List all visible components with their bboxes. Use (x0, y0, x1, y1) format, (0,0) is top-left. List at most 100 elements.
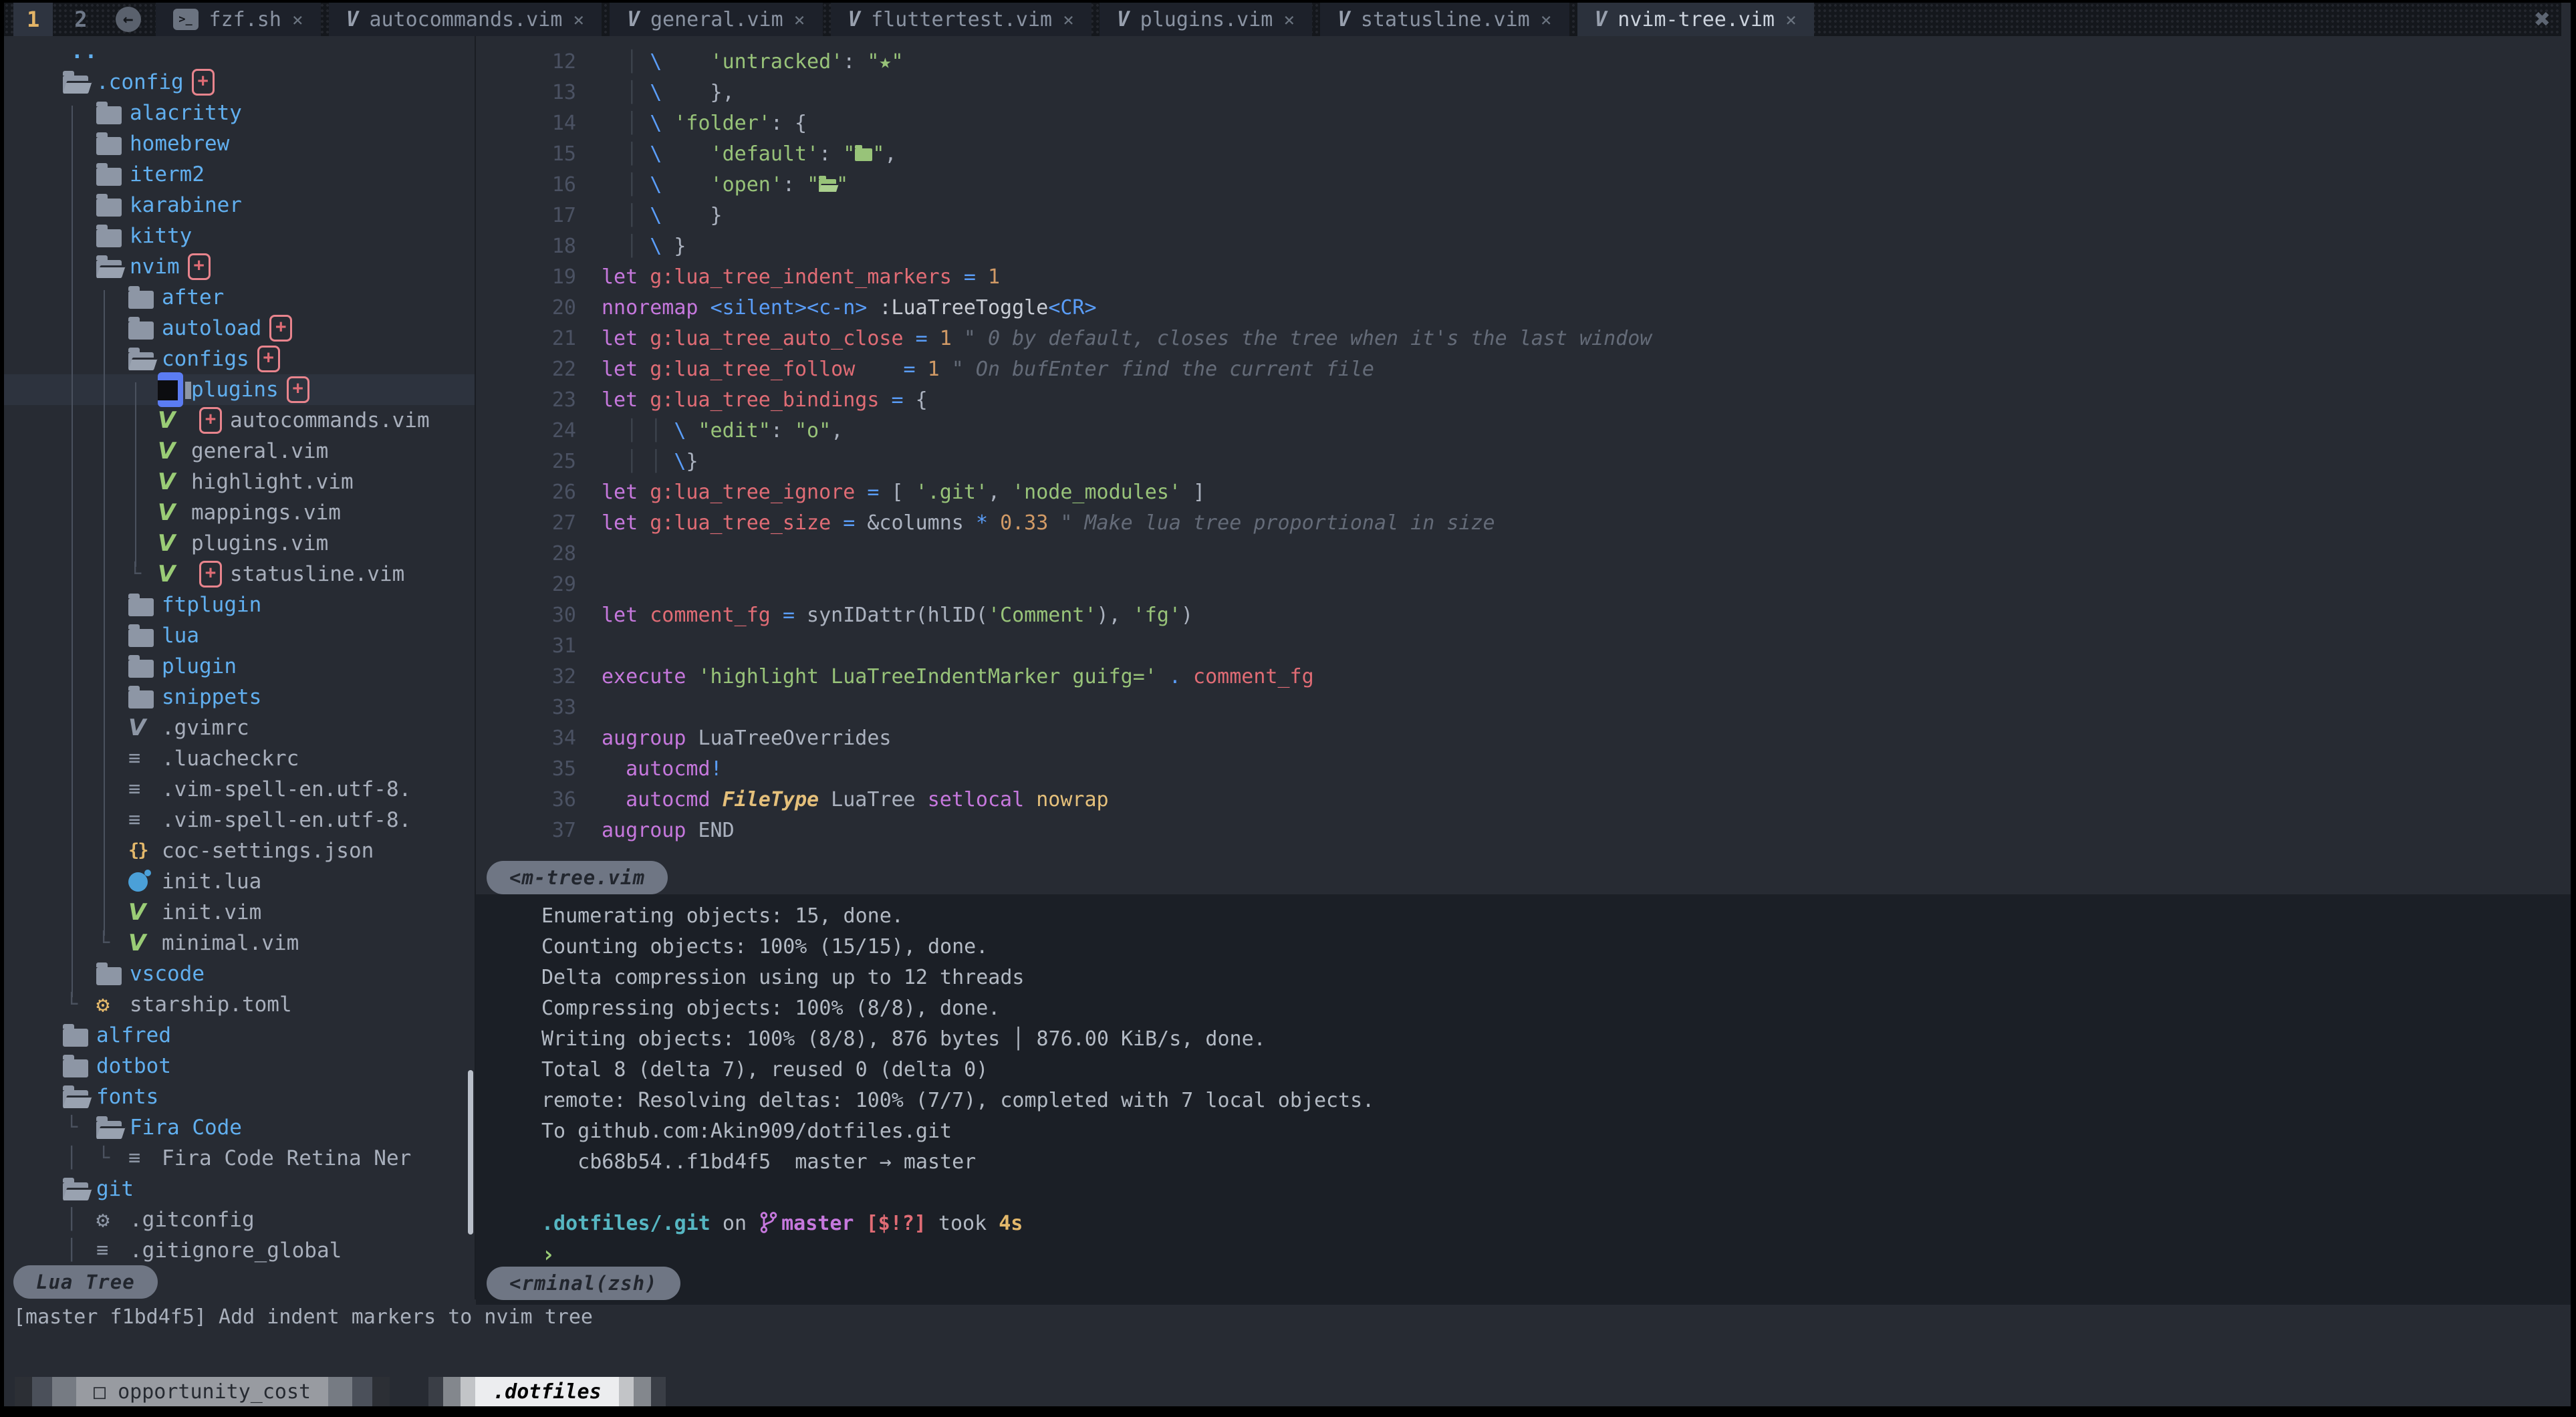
line-number: 36 (476, 785, 576, 815)
editor-buffer-pill: <m-tree.vim (487, 861, 668, 894)
tree-item-general.vim[interactable]: Vgeneral.vim (4, 436, 475, 467)
code-line-27: 27let g:lua_tree_size = &columns * 0.33 … (476, 508, 2571, 539)
terminal-icon: >_ (173, 9, 199, 30)
tree-item-after[interactable]: after (4, 282, 475, 313)
tab-close-icon[interactable]: × (1283, 9, 1295, 31)
tree-item-coc-settings.json[interactable]: {}coc-settings.json (4, 835, 475, 866)
workspace-2[interactable]: 2 (61, 3, 100, 36)
tree-item-Fira-Code[interactable]: └Fira Code (4, 1112, 475, 1143)
close-icon[interactable]: ✖ (2535, 3, 2551, 36)
command-message-line: [master f1bd4f5] Add indent markers to n… (13, 1302, 593, 1333)
tree-item-init.vim[interactable]: Vinit.vim (4, 897, 475, 928)
tree-item-Fira-Code-Retina-Ner[interactable]: │└≡Fira Code Retina Ner (4, 1143, 475, 1174)
tree-item-init.lua[interactable]: init.lua (4, 866, 475, 897)
tree-item-starship.toml[interactable]: └⚙starship.toml (4, 989, 475, 1020)
tree-item-nvim[interactable]: nvim+ (4, 251, 475, 282)
tree-item-.gitignore-global[interactable]: │≡.gitignore_global (4, 1235, 475, 1266)
tab-close-icon[interactable]: × (573, 9, 584, 31)
tab-general.vim[interactable]: Vgeneral.vim× (610, 3, 822, 36)
tree-item-plugins.vim[interactable]: Vplugins.vim (4, 528, 475, 559)
tree-item-vscode[interactable]: vscode (4, 958, 475, 989)
tab-fzf.sh[interactable]: >_ fzf.sh × (156, 3, 321, 36)
code-line-16: 16 │ \ 'open': "" (476, 170, 2571, 201)
tree-item-label: .gitconfig (130, 1204, 255, 1235)
tree-item-configs[interactable]: configs+ (4, 344, 475, 374)
tmux-window-dotfiles[interactable]: .dotfiles (475, 1377, 619, 1406)
sidebar-scrollbar[interactable] (468, 1070, 473, 1235)
tree-item-plugin[interactable]: plugin (4, 651, 475, 682)
tab-close-icon[interactable]: × (1785, 9, 1797, 31)
git-plus-badge: + (287, 376, 309, 403)
folder-icon (96, 967, 122, 985)
tree-item-.gvimrc[interactable]: V.gvimrc (4, 713, 475, 743)
code-line-35: 35 autocmd! (476, 754, 2571, 785)
tree-item-dotbot[interactable]: dotbot (4, 1051, 475, 1081)
tab-nvim-tree.vim[interactable]: Vnvim-tree.vim × (1577, 3, 1814, 36)
terminal-line: Enumerating objects: 15, done. (476, 901, 2571, 932)
code-line-26: 26let g:lua_tree_ignore = [ '.git', 'nod… (476, 477, 2571, 508)
tree-item-.vim-spell-en.utf-8.[interactable]: ≡.vim-spell-en.utf-8. (4, 805, 475, 835)
tree-item-lua[interactable]: lua (4, 620, 475, 651)
vim-icon: V (1595, 7, 1607, 31)
tree-corner-glyph: │ (66, 1143, 78, 1174)
tree-item-ftplugin[interactable]: ftplugin (4, 590, 475, 620)
terminal-line (476, 1178, 2571, 1208)
terminal-pane[interactable]: Enumerating objects: 15, done.Counting o… (476, 894, 2571, 1305)
tree-item-label: alfred (96, 1020, 171, 1051)
tree-item-.vim-spell-en.utf-8.[interactable]: ≡.vim-spell-en.utf-8. (4, 774, 475, 805)
tree-item-highlight.vim[interactable]: Vhighlight.vim (4, 467, 475, 497)
tab-fluttertest.vim[interactable]: Vfluttertest.vim× (831, 3, 1091, 36)
tab-bar: 12←>_fzf.sh×Vautocommands.vim×Vgeneral.v… (4, 3, 2561, 36)
tree-item-..[interactable]: .. (4, 36, 475, 67)
tree-item-fonts[interactable]: fonts (4, 1081, 475, 1112)
tab-plugins.vim[interactable]: Vplugins.vim× (1100, 3, 1312, 36)
tab-label: nvim-tree.vim (1618, 8, 1775, 31)
tab-statusline.vim[interactable]: Vstatusline.vim× (1320, 3, 1569, 36)
line-number: 32 (476, 662, 576, 692)
tree-item-autoload[interactable]: autoload+ (4, 313, 475, 344)
tab-label: fzf.sh (209, 8, 281, 31)
folder-icon (128, 321, 154, 340)
tree-item-iterm2[interactable]: iterm2 (4, 159, 475, 190)
terminal-window: 12←>_fzf.sh×Vautocommands.vim×Vgeneral.v… (0, 0, 2576, 1417)
tab-close-icon[interactable]: × (794, 9, 805, 31)
tab-close-icon[interactable]: × (1063, 9, 1074, 31)
code-line-32: 32execute 'highlight LuaTreeIndentMarker… (476, 662, 2571, 692)
code-line-15: 15 │ \ 'default': "", (476, 139, 2571, 170)
line-number: 29 (476, 569, 576, 600)
tree-item-minimal.vim[interactable]: └Vminimal.vim (4, 928, 475, 958)
code-line-31: 31 (476, 631, 2571, 662)
tree-item-alfred[interactable]: alfred (4, 1020, 475, 1051)
tree-item-plugins[interactable]: plugins+ (4, 374, 475, 405)
tree-item-git[interactable]: git (4, 1174, 475, 1204)
workspace-1[interactable]: 1 (13, 3, 53, 36)
tree-item-.config[interactable]: .config+ (4, 67, 475, 98)
vim-file-icon: V (158, 497, 175, 528)
code-line-34: 34augroup LuaTreeOverrides (476, 723, 2571, 754)
back-arrow-icon[interactable]: ← (116, 7, 141, 32)
tree-item-karabiner[interactable]: karabiner (4, 190, 475, 221)
tab-autocommands.vim[interactable]: Vautocommands.vim× (329, 3, 602, 36)
tree-item-label: mappings.vim (191, 497, 341, 528)
tab-close-icon[interactable]: × (292, 9, 303, 31)
tree-item-homebrew[interactable]: homebrew (4, 128, 475, 159)
code-line-33: 33 (476, 692, 2571, 723)
tmux-window-opportunity-cost[interactable]: □ opportunity_cost (76, 1377, 328, 1406)
tree-item-alacritty[interactable]: alacritty (4, 98, 475, 128)
vim-icon: V (346, 7, 359, 31)
tab-close-icon[interactable]: × (1541, 9, 1552, 31)
tree-item-snippets[interactable]: snippets (4, 682, 475, 713)
tree-item-label: karabiner (130, 190, 242, 221)
tree-item-mappings.vim[interactable]: Vmappings.vim (4, 497, 475, 528)
vim-file-icon: V (128, 713, 146, 743)
tree-item-kitty[interactable]: kitty (4, 221, 475, 251)
terminal-line: Delta compression using up to 12 threads (476, 962, 2571, 993)
git-plus-badge: + (257, 346, 280, 372)
nvim-app: 12←>_fzf.sh×Vautocommands.vim×Vgeneral.v… (4, 3, 2571, 1406)
tree-item-.gitconfig[interactable]: │⚙.gitconfig (4, 1204, 475, 1235)
tree-item-statusline.vim[interactable]: └V+statusline.vim (4, 559, 475, 590)
tree-item-.luacheckrc[interactable]: ≡.luacheckrc (4, 743, 475, 774)
tree-item-autocommands.vim[interactable]: V+autocommands.vim (4, 405, 475, 436)
tree-item-label: iterm2 (130, 159, 205, 190)
line-number: 27 (476, 508, 576, 539)
